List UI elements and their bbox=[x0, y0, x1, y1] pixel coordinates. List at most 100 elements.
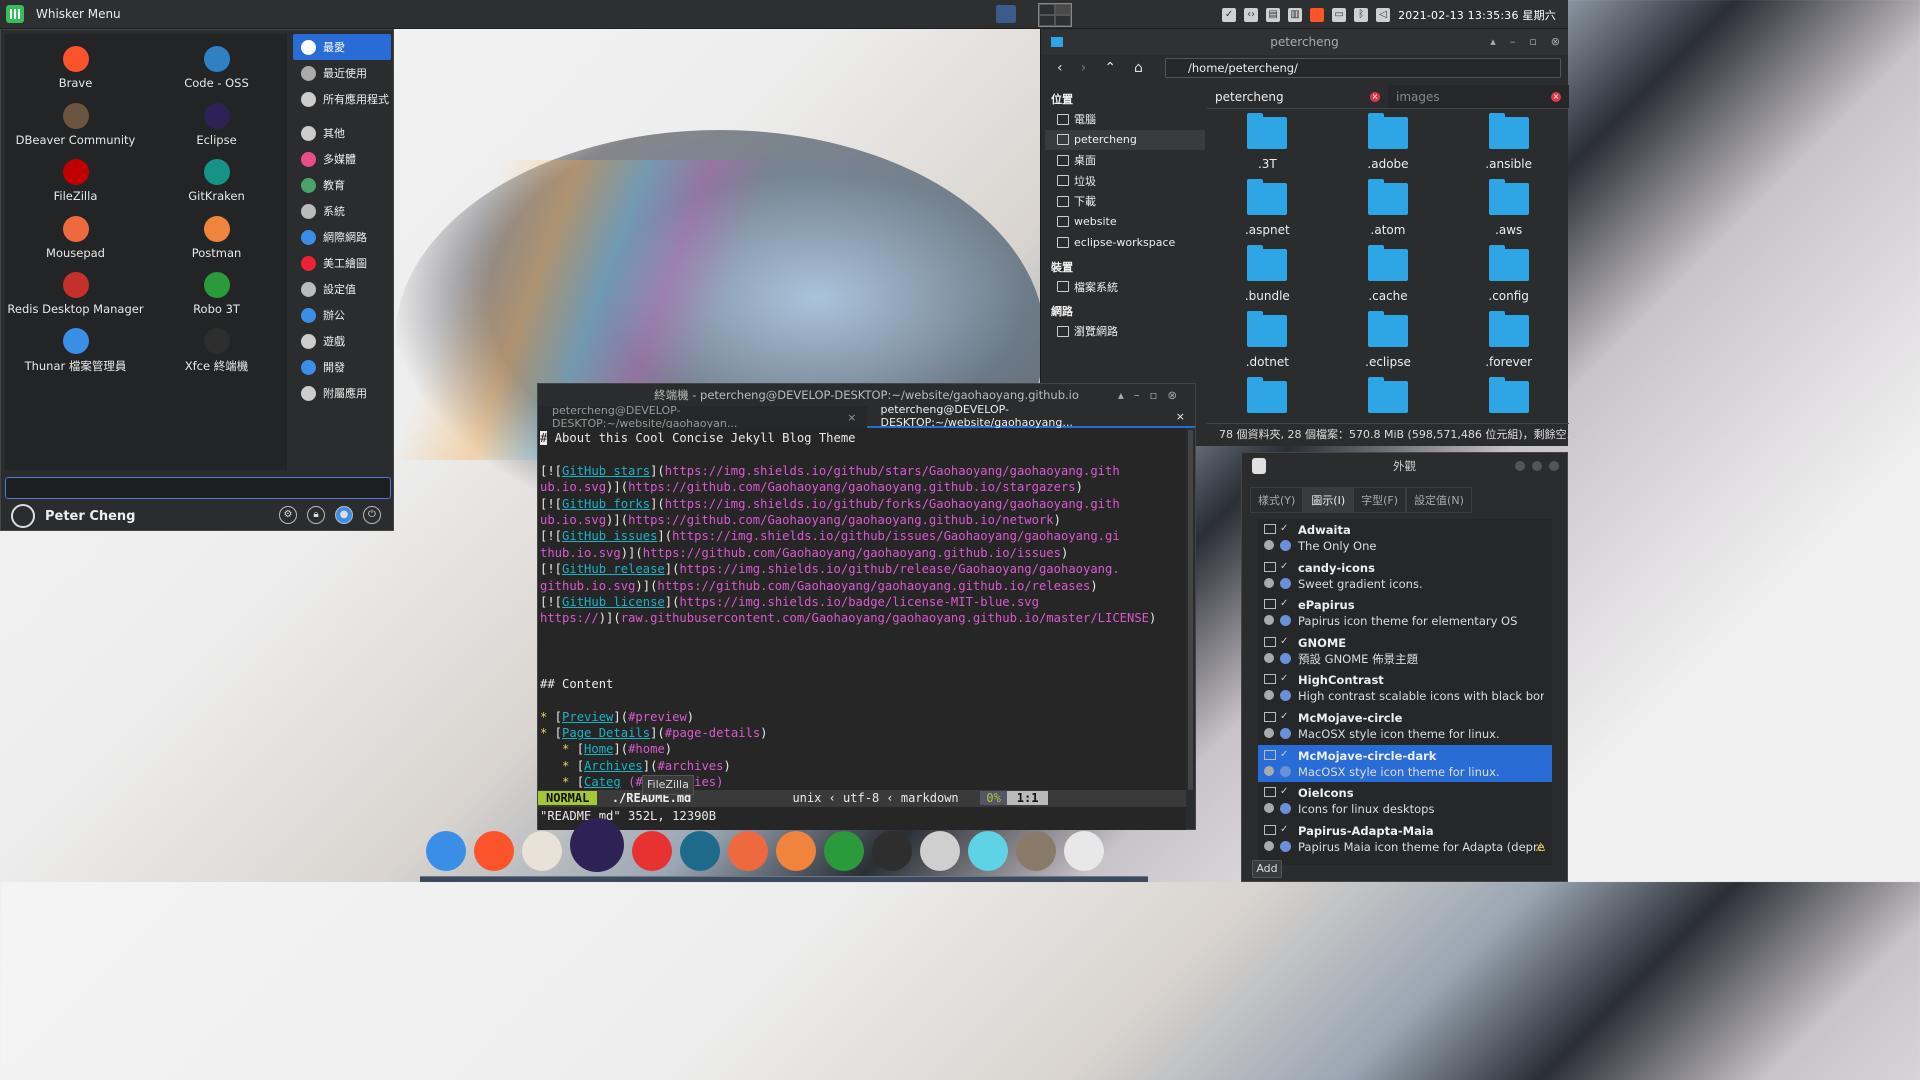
category-item[interactable]: 附屬應用 bbox=[293, 380, 391, 406]
workspace-3[interactable] bbox=[1039, 15, 1055, 26]
category-item[interactable]: 網際網路 bbox=[293, 224, 391, 250]
close-tab-icon[interactable]: × bbox=[1551, 91, 1561, 102]
app-launcher[interactable]: Robo 3T bbox=[146, 266, 287, 323]
folder-item[interactable]: .bundle bbox=[1207, 245, 1328, 311]
settings-icon[interactable]: ⚙ bbox=[279, 506, 297, 524]
tab-fonts[interactable]: 字型(F) bbox=[1353, 487, 1407, 513]
switch-user-icon[interactable]: ● bbox=[335, 506, 353, 524]
tab-images[interactable]: images × bbox=[1388, 85, 1569, 109]
category-item[interactable]: 美工繪圖 bbox=[293, 250, 391, 276]
clock[interactable]: 2021-02-13 13:35:36 星期六 bbox=[1398, 7, 1556, 23]
sidebar-item[interactable]: 瀏覽網路 bbox=[1045, 321, 1205, 342]
close-button[interactable]: ⊗ bbox=[1551, 35, 1560, 48]
folder-item[interactable]: .eclipse bbox=[1328, 311, 1449, 377]
app-launcher[interactable]: Mousepad bbox=[5, 210, 146, 267]
workspace-switcher[interactable] bbox=[1038, 3, 1072, 27]
trash-icon[interactable] bbox=[920, 831, 960, 871]
gimp-icon[interactable] bbox=[1016, 831, 1056, 871]
sidebar-item[interactable]: 下載 bbox=[1045, 191, 1205, 212]
search-input[interactable] bbox=[5, 477, 391, 499]
category-item[interactable]: 辦公 bbox=[293, 302, 391, 328]
theme-item[interactable]: ✓ GNOME 預設 GNOME 佈景主題 bbox=[1258, 632, 1552, 670]
forward-icon[interactable]: › bbox=[1081, 60, 1087, 76]
maximize-button[interactable] bbox=[1532, 461, 1542, 471]
sidebar-item[interactable]: website bbox=[1045, 212, 1205, 233]
filezilla-icon[interactable] bbox=[632, 831, 672, 871]
atom-icon[interactable] bbox=[968, 831, 1008, 871]
tab-icons[interactable]: 圖示(I) bbox=[1303, 487, 1354, 513]
eclipse-icon[interactable] bbox=[570, 818, 624, 872]
sidebar-item[interactable]: petercheng bbox=[1045, 129, 1205, 150]
folder-item[interactable]: .dotnet bbox=[1207, 311, 1328, 377]
volume-icon[interactable]: ◁ bbox=[1376, 7, 1391, 22]
folder-item[interactable]: .adobe bbox=[1328, 113, 1449, 179]
terminal-titlebar[interactable]: 終端機 - petercheng@DEVELOP-DESKTOP:~/websi… bbox=[538, 384, 1195, 406]
category-item[interactable]: 開發 bbox=[293, 354, 391, 380]
terminal-scrollbar[interactable] bbox=[1188, 430, 1193, 790]
mousepad-icon[interactable] bbox=[728, 831, 768, 871]
folder-item[interactable]: .aspnet bbox=[1207, 179, 1328, 245]
terminal-tab-2[interactable]: petercheng@DEVELOP-DESKTOP:~/website/gao… bbox=[866, 403, 1195, 429]
tab-petercheng[interactable]: petercheng × bbox=[1207, 85, 1388, 109]
tie-icon[interactable] bbox=[1064, 831, 1104, 871]
up-icon[interactable]: ⌃ bbox=[1104, 60, 1116, 76]
minimize-button[interactable] bbox=[1515, 461, 1525, 471]
folder-item[interactable]: .atom bbox=[1328, 179, 1449, 245]
panel-window-icon[interactable] bbox=[996, 5, 1016, 23]
terminal-tab-1[interactable]: petercheng@DEVELOP-DESKTOP:~/website/gao… bbox=[538, 404, 867, 430]
tab-settings[interactable]: 設定值(N) bbox=[1406, 487, 1472, 513]
lock-icon[interactable]: 🔒︎ bbox=[307, 506, 325, 524]
home-icon[interactable]: ⌂ bbox=[1134, 60, 1143, 76]
workspace-2[interactable] bbox=[1055, 4, 1071, 15]
app-launcher[interactable]: DBeaver Community bbox=[5, 97, 146, 154]
back-icon[interactable]: ‹ bbox=[1057, 60, 1063, 76]
category-item[interactable]: 最愛 bbox=[293, 34, 391, 60]
sidebar-item[interactable]: 檔案系統 bbox=[1045, 277, 1205, 298]
folder-item[interactable]: .forever bbox=[1448, 311, 1569, 377]
category-item[interactable]: 系統 bbox=[293, 198, 391, 224]
app-launcher[interactable]: FileZilla bbox=[5, 153, 146, 210]
close-button[interactable] bbox=[1549, 461, 1559, 471]
app-launcher[interactable]: Brave bbox=[5, 40, 146, 97]
folder-item[interactable]: .ansible bbox=[1448, 113, 1569, 179]
gitkraken-icon[interactable] bbox=[680, 831, 720, 871]
close-tab-icon[interactable]: × bbox=[1370, 91, 1380, 102]
display-icon[interactable]: ▭ bbox=[1332, 7, 1347, 22]
theme-item[interactable]: ✓ Papirus-Adapta-Maia Papirus Maia icon th… bbox=[1258, 820, 1552, 858]
sidebar-item[interactable]: 桌面 bbox=[1045, 150, 1205, 171]
robo3t-icon[interactable] bbox=[824, 831, 864, 871]
sidebar-item[interactable]: eclipse-workspace bbox=[1045, 232, 1205, 253]
bluetooth-icon[interactable]: ᛒ bbox=[1354, 7, 1369, 22]
maximize-button[interactable]: ▫ bbox=[1529, 35, 1536, 48]
whisker-menu-button[interactable] bbox=[0, 0, 30, 29]
folder-item[interactable]: .cache bbox=[1328, 245, 1449, 311]
logout-icon[interactable]: ⏻ bbox=[363, 506, 381, 524]
category-item[interactable]: 其他 bbox=[293, 120, 391, 146]
theme-item[interactable]: ✓ McMojave-circle MacOSX style icon theme … bbox=[1258, 707, 1552, 745]
close-tab-icon[interactable]: × bbox=[847, 411, 856, 424]
clipboard-icon[interactable]: ▤ bbox=[1266, 7, 1281, 22]
postman-icon[interactable] bbox=[776, 831, 816, 871]
sidebar-item[interactable]: 電腦 bbox=[1045, 109, 1205, 130]
app-launcher[interactable]: Postman bbox=[146, 210, 287, 267]
window-controls[interactable]: ▴–▫⊗ bbox=[1118, 384, 1187, 406]
appearance-titlebar[interactable]: 外觀 bbox=[1242, 453, 1567, 479]
add-button[interactable]: Add bbox=[1252, 860, 1282, 878]
file-manager-titlebar[interactable]: petercheng ▴ – ▫ ⊗ bbox=[1041, 29, 1568, 55]
finder-icon[interactable] bbox=[426, 831, 466, 871]
terminal-icon[interactable] bbox=[872, 831, 912, 871]
brave-tray-icon[interactable] bbox=[1310, 7, 1325, 22]
category-item[interactable]: 設定值 bbox=[293, 276, 391, 302]
close-tab-icon[interactable]: × bbox=[1176, 410, 1185, 423]
minimize-button[interactable]: – bbox=[1510, 35, 1516, 48]
folder-item[interactable]: .aws bbox=[1448, 179, 1569, 245]
theme-item[interactable]: ✓ McMojave-circle-dark MacOSX style icon t… bbox=[1258, 744, 1552, 783]
theme-item[interactable]: ✓ ePapirus Papirus icon theme for elementa… bbox=[1258, 594, 1552, 632]
category-item[interactable]: 多媒體 bbox=[293, 146, 391, 172]
category-item[interactable]: 遊戲 bbox=[293, 328, 391, 354]
app-launcher[interactable]: GitKraken bbox=[146, 153, 287, 210]
category-item[interactable]: 最近使用 bbox=[293, 60, 391, 86]
update-icon[interactable]: ✓ bbox=[1222, 7, 1237, 22]
code-tray-icon[interactable]: ‹› bbox=[1244, 7, 1259, 22]
workspace-1[interactable] bbox=[1039, 4, 1055, 15]
